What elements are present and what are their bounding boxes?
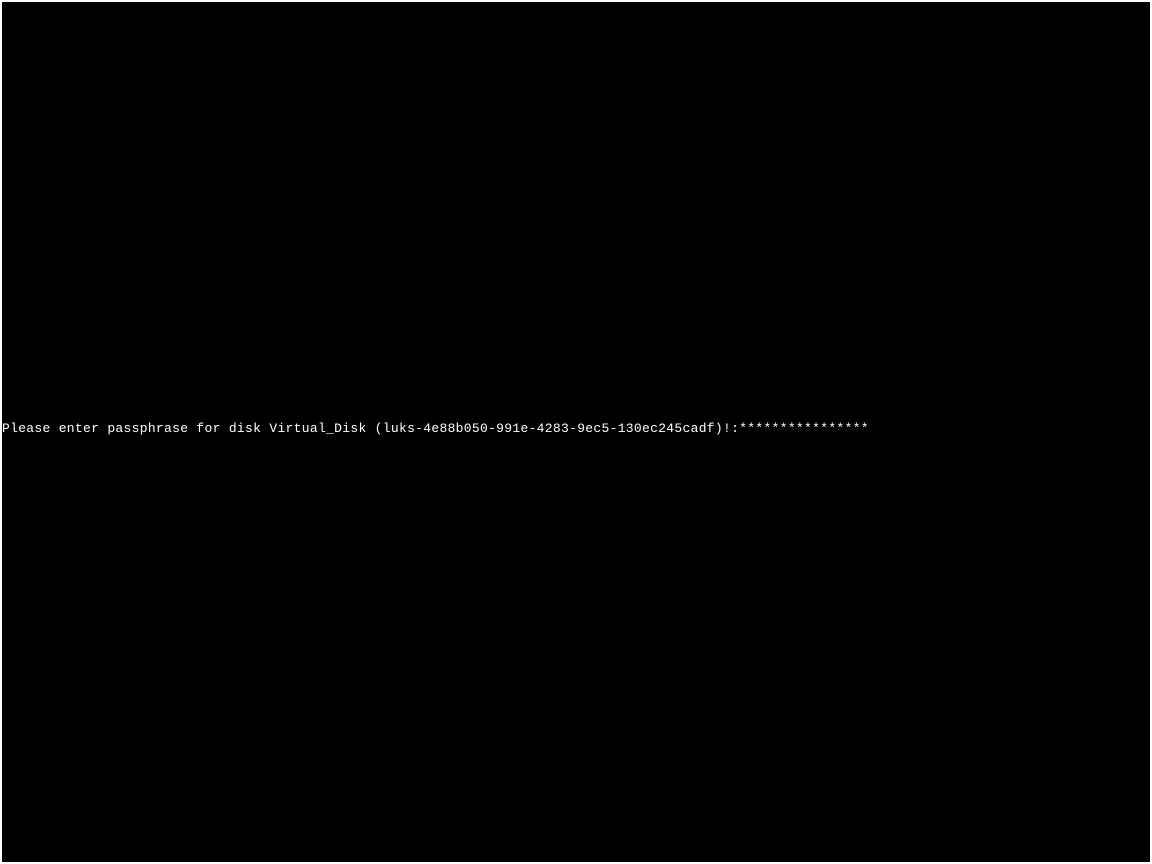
passphrase-prompt: Please enter passphrase for disk Virtual… bbox=[2, 421, 739, 436]
boot-console: Please enter passphrase for disk Virtual… bbox=[2, 2, 1150, 862]
passphrase-input[interactable] bbox=[739, 421, 1039, 436]
